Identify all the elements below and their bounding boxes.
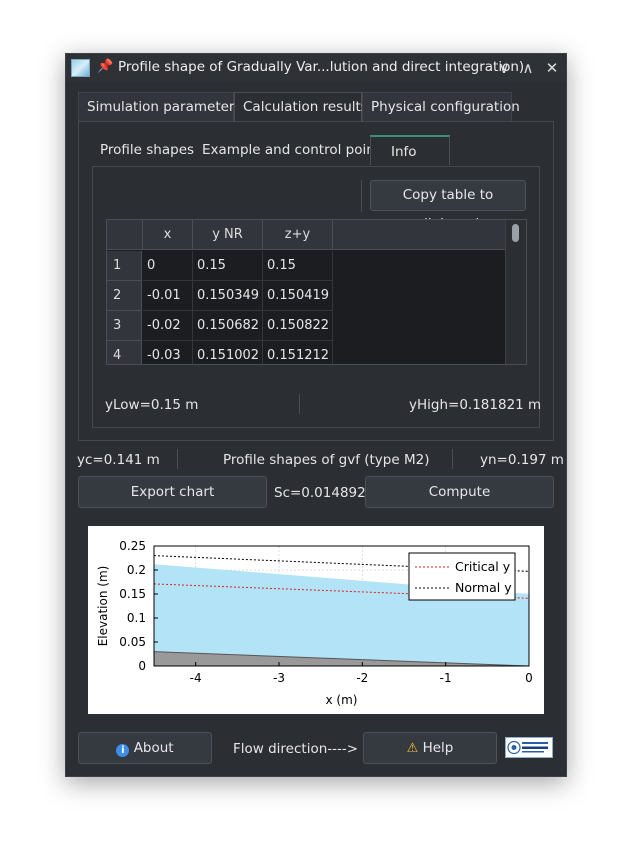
x-tick-label: -4 <box>190 671 202 685</box>
info-icon: i <box>116 744 130 757</box>
table-cell[interactable]: 0.150349 <box>193 281 263 311</box>
y-tick-label: 0.15 <box>119 587 146 601</box>
profile-chart: -4 -3 -2 -1 0 0 0.05 0.1 0.15 0.2 0.25 x (m) Elevati… <box>88 526 544 714</box>
window-title: Profile shape of Gradually Var...lution … <box>118 59 525 75</box>
university-logo <box>505 737 553 758</box>
row-header[interactable]: 3 <box>107 311 142 341</box>
table-cell[interactable]: 0.150682 <box>193 311 263 341</box>
pin-icon[interactable]: 📌 <box>97 59 113 74</box>
status-separator-left <box>177 449 178 469</box>
scrollbar-thumb[interactable] <box>512 224 519 242</box>
table-cell[interactable]: 0 <box>143 251 193 281</box>
chevron-down-icon[interactable]: ∨ <box>494 58 514 78</box>
table-cell[interactable]: 0.15 <box>263 251 333 281</box>
legend-label: Normal y <box>455 580 512 595</box>
yhigh-value: yHigh=0.181821 m <box>409 397 542 413</box>
flow-direction-label: Flow direction----> <box>233 741 359 757</box>
ylow-value: yLow=0.15 m <box>105 397 199 413</box>
table-cell[interactable]: 0.151212 <box>263 341 333 364</box>
x-tick-label: 0 <box>525 671 533 685</box>
about-label: About <box>133 740 174 756</box>
table-cell[interactable]: 0.151002 <box>193 341 263 364</box>
copy-table-button[interactable]: Copy table to clipboard <box>370 180 526 232</box>
y-tick-label: 0.05 <box>119 635 146 649</box>
tab-simulation-parameters[interactable]: Simulation parameters <box>78 92 242 121</box>
close-icon[interactable]: ✕ <box>542 58 562 78</box>
column-header-x[interactable]: x <box>143 220 193 250</box>
university-logo-graphic <box>506 738 552 757</box>
results-table[interactable]: x y NR z+y 1 0 0.15 0.15 2 -0.01 0.15034… <box>106 219 527 365</box>
about-button[interactable]: i About <box>78 732 212 764</box>
help-button[interactable]: ⚠ Help <box>363 732 497 764</box>
corner-header <box>107 220 143 250</box>
export-chart-button[interactable]: Export chart <box>78 476 267 508</box>
profile-type-label: Profile shapes of gvf (type M2) <box>223 452 430 468</box>
tab-profile-shapes[interactable]: Profile shapes <box>92 135 194 165</box>
warning-icon: ⚠ <box>406 741 419 756</box>
main-tab-bar: Simulation parameters Calculation result… <box>78 92 520 121</box>
chevron-up-icon[interactable]: ∧ <box>518 58 538 78</box>
yc-value: yc=0.141 m <box>77 452 160 468</box>
info-separator <box>299 394 300 414</box>
x-axis-label: x (m) <box>326 693 358 707</box>
table-cell[interactable]: 0.150822 <box>263 311 333 341</box>
title-bar: 📌 Profile shape of Gradually Var...lutio… <box>66 54 566 82</box>
sc-value: Sc=0.0148925 <box>274 485 375 501</box>
app-icon <box>71 59 90 77</box>
table-cell[interactable]: 0.150419 <box>263 281 333 311</box>
yn-value: yn=0.197 m <box>480 452 564 468</box>
y-tick-label: 0 <box>138 659 146 673</box>
table-cell[interactable]: -0.01 <box>143 281 193 311</box>
table-header: x y NR z+y <box>107 220 505 250</box>
row-header[interactable]: 1 <box>107 251 142 281</box>
profile-chart-svg: -4 -3 -2 -1 0 0 0.05 0.1 0.15 0.2 0.25 x (m) Elevati… <box>96 539 533 707</box>
y-tick-label: 0.2 <box>127 563 146 577</box>
table-cell[interactable]: -0.02 <box>143 311 193 341</box>
x-tick-label: -1 <box>440 671 452 685</box>
legend-label: Critical y <box>455 559 511 574</box>
y-axis-label: Elevation (m) <box>96 566 110 647</box>
table-cell[interactable]: 0.15 <box>193 251 263 281</box>
status-separator-right <box>452 449 453 469</box>
y-tick-label: 0.25 <box>119 539 146 553</box>
x-tick-label: -3 <box>273 671 285 685</box>
tab-calculation-results[interactable]: Calculation results <box>234 92 368 121</box>
x-tick-label: -2 <box>356 671 368 685</box>
sub-tab-bar: Profile shapes Example and control point… <box>92 135 450 165</box>
tab-physical-configuration[interactable]: Physical configuration <box>362 92 520 121</box>
compute-button[interactable]: Compute <box>365 476 554 508</box>
tab-info[interactable]: Info <box>370 135 450 165</box>
help-label: Help <box>422 740 454 756</box>
tab-example-control-point[interactable]: Example and control point <box>194 135 380 165</box>
column-header-zy[interactable]: z+y <box>263 220 333 250</box>
y-tick-label: 0.1 <box>127 611 146 625</box>
row-header[interactable]: 4 <box>107 341 142 364</box>
column-header-ynr[interactable]: y NR <box>193 220 263 250</box>
toolbar-separator <box>361 180 362 212</box>
table-scrollbar[interactable] <box>505 220 526 364</box>
row-header[interactable]: 2 <box>107 281 142 311</box>
table-cell[interactable]: -0.03 <box>143 341 193 364</box>
